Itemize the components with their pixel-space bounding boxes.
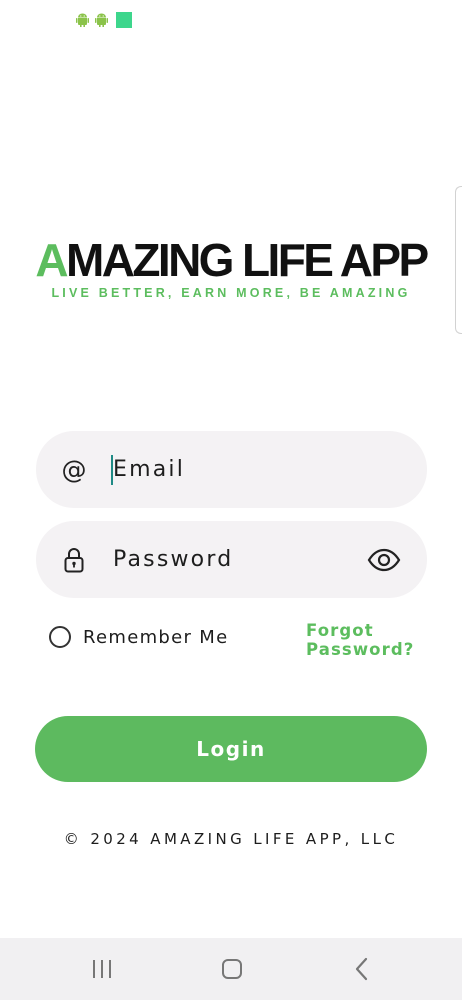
home-icon[interactable] bbox=[192, 938, 272, 1000]
notification-square-icon bbox=[116, 12, 132, 28]
recent-apps-icon[interactable] bbox=[62, 938, 142, 1000]
remember-me-label: Remember Me bbox=[83, 626, 229, 648]
lock-icon bbox=[60, 546, 88, 574]
password-field[interactable] bbox=[36, 521, 427, 598]
status-bar bbox=[76, 12, 132, 28]
eye-icon[interactable] bbox=[367, 548, 401, 572]
email-input[interactable] bbox=[113, 451, 353, 487]
login-button[interactable]: Login bbox=[35, 716, 427, 782]
android-icon bbox=[76, 13, 89, 27]
logo-title-rest: MAZING LIFE APP bbox=[66, 234, 429, 286]
android-icon bbox=[95, 13, 108, 27]
forgot-password-link[interactable]: Forgot Password? bbox=[306, 621, 436, 659]
system-navigation-bar bbox=[0, 938, 462, 1000]
app-logo-title: AMAZING LIFE APP bbox=[0, 233, 462, 287]
copyright-text: © 2024 AMAZING LIFE APP, LLC bbox=[63, 830, 399, 848]
forgot-password-line1: Forgot bbox=[306, 621, 374, 640]
back-icon[interactable] bbox=[322, 938, 402, 1000]
logo-tagline: LIVE BETTER, EARN MORE, BE AMAZING bbox=[51, 286, 411, 300]
remember-me-option[interactable]: Remember Me bbox=[49, 626, 228, 648]
at-icon: @ bbox=[61, 454, 87, 484]
password-input[interactable] bbox=[113, 541, 353, 577]
forgot-password-line2: Password? bbox=[306, 640, 415, 659]
logo-first-letter: A bbox=[35, 234, 68, 286]
remember-me-radio[interactable] bbox=[49, 626, 71, 648]
email-field[interactable]: @ bbox=[36, 431, 427, 508]
